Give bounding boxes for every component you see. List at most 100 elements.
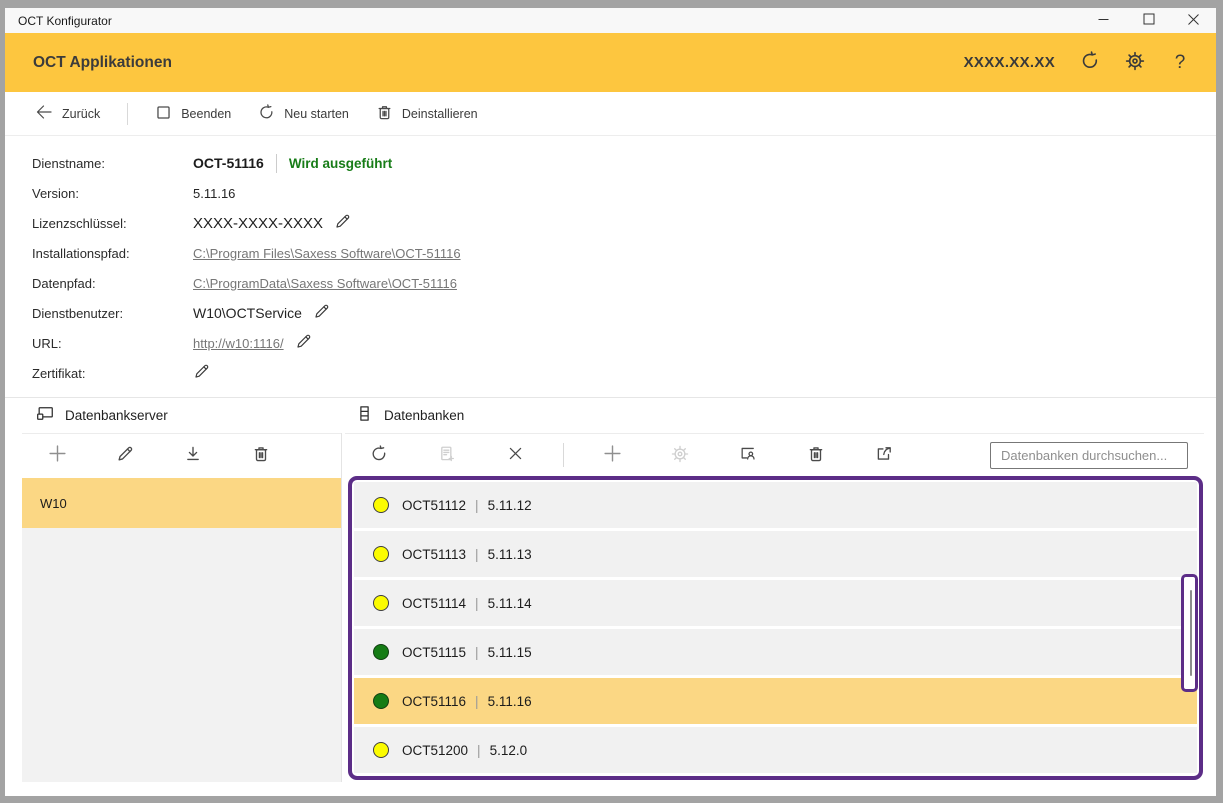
share-database-button[interactable] xyxy=(864,438,904,472)
detail-label: Zertifikat: xyxy=(32,366,193,381)
database-version: 5.11.16 xyxy=(488,694,532,709)
refresh-databases-button[interactable] xyxy=(359,438,399,472)
toolbar-separator xyxy=(127,103,128,125)
detail-label: Dienstname: xyxy=(32,156,193,171)
edit-license-button[interactable] xyxy=(334,213,351,233)
detail-label: Version: xyxy=(32,186,193,201)
desktop: { "window": { "title": "OCT Konfigurator… xyxy=(0,0,1223,803)
detail-row-dienstname: Dienstname: OCT-51116 Wird ausgeführt xyxy=(32,148,1216,178)
status-yellow-icon xyxy=(373,546,389,562)
back-button[interactable]: Zurück xyxy=(35,103,100,124)
detail-row-version: Version: 5.11.16 xyxy=(32,178,1216,208)
database-settings-button[interactable] xyxy=(660,438,700,472)
edit-url-button[interactable] xyxy=(295,333,312,353)
minimize-button[interactable] xyxy=(1081,8,1126,33)
plus-icon xyxy=(48,444,67,466)
stop-icon xyxy=(155,104,172,124)
edit-server-button[interactable] xyxy=(105,438,145,472)
databases-title: Datenbanken xyxy=(384,408,464,423)
server-list-item-w10[interactable]: W10 xyxy=(22,478,341,528)
maximize-icon xyxy=(1143,13,1155,28)
database-icon xyxy=(356,405,373,427)
install-path-link[interactable]: C:\Program Files\Saxess Software\OCT-511… xyxy=(193,246,461,261)
add-server-button[interactable] xyxy=(37,438,77,472)
database-list-item[interactable]: OCT51200 | 5.12.0 xyxy=(354,727,1197,773)
title-bar: OCT Konfigurator xyxy=(5,8,1216,33)
detail-label: Dienstbenutzer: xyxy=(32,306,193,321)
status-yellow-icon xyxy=(373,497,389,513)
window-controls xyxy=(1081,8,1216,33)
import-server-button[interactable] xyxy=(173,438,213,472)
edit-service-user-button[interactable] xyxy=(313,303,330,323)
detail-row-installationspfad: Installationspfad: C:\Program Files\Saxe… xyxy=(32,238,1216,268)
maximize-button[interactable] xyxy=(1126,8,1171,33)
edit-certificate-button[interactable] xyxy=(193,363,210,383)
gear-icon xyxy=(671,445,689,466)
database-toolbar xyxy=(345,433,1204,476)
refresh-button[interactable] xyxy=(1078,51,1102,75)
database-list: OCT51112 | 5.11.12 OCT51113 | 5.11.13 OC… xyxy=(348,476,1203,780)
pencil-icon xyxy=(193,363,210,383)
uninstall-button[interactable]: Deinstallieren xyxy=(376,104,478,124)
database-list-item[interactable]: OCT51115 | 5.11.15 xyxy=(354,629,1197,675)
database-name: OCT51200 xyxy=(402,743,468,758)
status-green-icon xyxy=(373,644,389,660)
close-icon xyxy=(1188,13,1199,28)
server-icon xyxy=(36,405,55,427)
help-button[interactable]: ? xyxy=(1168,51,1192,75)
toolbar-separator xyxy=(563,443,564,467)
stop-service-button[interactable]: Beenden xyxy=(155,104,231,124)
detail-label: Installationspfad: xyxy=(32,246,193,261)
pipe-separator: | xyxy=(477,743,481,758)
database-server-title: Datenbankserver xyxy=(65,408,168,423)
database-version: 5.11.15 xyxy=(488,645,532,660)
settings-button[interactable] xyxy=(1123,51,1147,75)
restart-icon xyxy=(258,104,275,124)
list-scrollbar[interactable] xyxy=(1181,574,1198,692)
database-search-input[interactable] xyxy=(990,442,1188,469)
plus-icon xyxy=(603,444,622,466)
pencil-icon xyxy=(334,213,351,233)
databases-header: Datenbanken xyxy=(345,405,464,427)
database-version: 5.11.12 xyxy=(488,498,532,513)
app-header: OCT Applikationen XXXX.XX.XX ? xyxy=(5,33,1216,92)
delete-database-button[interactable] xyxy=(796,438,836,472)
user-permissions-button[interactable] xyxy=(728,438,768,472)
database-list-item[interactable]: OCT51114 | 5.11.14 xyxy=(354,580,1197,626)
database-list-item[interactable]: OCT51113 | 5.11.13 xyxy=(354,531,1197,577)
database-version: 5.11.13 xyxy=(488,547,532,562)
pipe-separator: | xyxy=(475,694,479,709)
database-list-item[interactable]: OCT51112 | 5.11.12 xyxy=(354,482,1197,528)
detail-label: Lizenzschlüssel: xyxy=(32,216,193,231)
service-user-value: W10\OCTService xyxy=(193,305,302,321)
database-name: OCT51113 xyxy=(402,547,466,562)
close-database-button[interactable] xyxy=(495,438,535,472)
databases-panel: OCT51112 | 5.11.12 OCT51113 | 5.11.13 OC… xyxy=(345,433,1204,476)
detail-row-lizenzschluessel: Lizenzschlüssel: XXXX-XXXX-XXXX xyxy=(32,208,1216,238)
refresh-icon xyxy=(1080,51,1100,74)
server-toolbar xyxy=(22,433,341,476)
database-server-panel: W10 xyxy=(22,433,342,782)
pencil-icon xyxy=(295,333,312,353)
service-url-link[interactable]: http://w10:1116/ xyxy=(193,336,284,351)
app-window: OCT Konfigurator OCT Applikationen XXXX.… xyxy=(5,8,1216,796)
script-add-button[interactable] xyxy=(427,438,467,472)
pipe-separator: | xyxy=(475,645,479,660)
version-value: 5.11.16 xyxy=(193,186,235,201)
detail-label: Datenpfad: xyxy=(32,276,193,291)
panels-header: Datenbankserver Datenbanken xyxy=(5,397,1216,433)
back-label: Zurück xyxy=(62,107,100,121)
database-list-item-selected[interactable]: OCT51116 | 5.11.16 xyxy=(354,678,1197,724)
minimize-icon xyxy=(1098,13,1109,28)
close-button[interactable] xyxy=(1171,8,1216,33)
scrollbar-thumb[interactable] xyxy=(1190,590,1192,676)
trash-icon xyxy=(252,445,270,466)
delete-server-button[interactable] xyxy=(241,438,281,472)
service-name-value: OCT-51116 xyxy=(193,155,264,171)
restart-service-button[interactable]: Neu starten xyxy=(258,104,349,124)
server-list: W10 xyxy=(22,478,341,782)
refresh-icon xyxy=(370,445,388,466)
data-path-link[interactable]: C:\ProgramData\Saxess Software\OCT-51116 xyxy=(193,276,457,291)
add-database-button[interactable] xyxy=(592,438,632,472)
share-icon xyxy=(875,445,893,466)
